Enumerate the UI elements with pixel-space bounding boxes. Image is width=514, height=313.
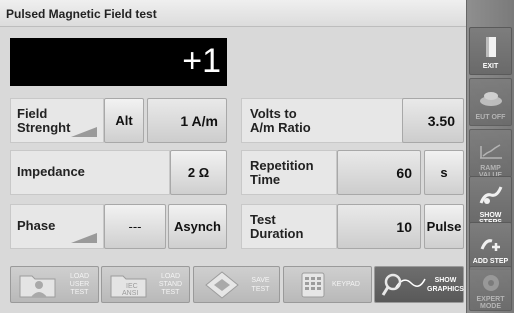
repetition-label-line2: Time <box>250 172 281 187</box>
user-folder-icon <box>19 275 56 297</box>
load-user-test-button[interactable]: LOAD USER TEST <box>10 266 99 303</box>
load-user-test-label: LOAD USER TEST <box>61 273 98 297</box>
window-title: Pulsed Magnetic Field test <box>0 0 466 27</box>
load-user-l1: LOAD <box>69 272 90 280</box>
magnifier-graph-icon <box>381 273 426 296</box>
load-standard-l2: STAND <box>158 280 183 288</box>
expert-mode-icon <box>482 275 499 291</box>
volts-ratio-label-line2: A/m Ratio <box>250 120 311 135</box>
exit-button[interactable]: EXIT <box>469 27 512 75</box>
phase-row: Phase <box>10 204 104 249</box>
expert-mode-label-line2: MODE <box>480 303 501 310</box>
value-display: +1 <box>10 38 227 86</box>
impedance-label: Impedance <box>17 164 85 179</box>
keypad-label: KEYPAD <box>332 281 360 288</box>
show-graphics-button[interactable]: SHOW GRAPHICS <box>374 266 464 303</box>
impedance-row: Impedance <box>10 150 170 195</box>
test-duration-label-line1: Test <box>250 212 276 227</box>
field-strength-indicator-triangle <box>71 127 97 137</box>
field-strength-mode-button[interactable]: Alt <box>104 98 144 143</box>
repetition-value-button[interactable]: 60 <box>337 150 421 195</box>
phase-label: Phase <box>17 218 56 233</box>
test-duration-unit-button[interactable]: Pulse <box>424 204 464 249</box>
add-step-button[interactable]: ADD STEP <box>469 222 512 270</box>
save-l2: TEST <box>251 285 270 293</box>
ramp-value-button[interactable]: RAMP VALUE <box>469 129 512 179</box>
test-duration-row: Test Duration <box>241 204 337 249</box>
power-off-icon <box>479 92 502 106</box>
volts-ratio-row: Volts to A/m Ratio <box>241 98 405 143</box>
keypad-icon <box>301 272 325 297</box>
show-steps-button[interactable]: SHOW STEPS <box>469 176 512 226</box>
test-duration-value-button[interactable]: 10 <box>337 204 421 249</box>
iec-icon-text: IEC <box>126 283 138 290</box>
floppy-disk-icon <box>205 270 239 299</box>
show-graphics-label: SHOW GRAPHICS <box>427 276 464 294</box>
load-standard-test-button[interactable]: IEC ANSI LOAD STAND TEST <box>101 266 190 303</box>
load-standard-l3: TEST <box>161 288 180 296</box>
add-step-label: ADD STEP <box>472 258 509 265</box>
eut-off-button[interactable]: EUT OFF <box>469 78 512 126</box>
save-test-label: SAVE TEST <box>242 276 279 294</box>
keypad-button[interactable]: KEYPAD <box>283 266 372 303</box>
load-user-l2: USER <box>69 280 90 288</box>
test-duration-label-line2: Duration <box>250 226 304 241</box>
save-l1: SAVE <box>251 276 270 284</box>
add-step-icon <box>480 239 500 251</box>
volts-ratio-label: Volts to A/m Ratio <box>250 107 400 135</box>
ramp-chart-icon <box>479 144 502 159</box>
field-strength-value-button[interactable]: 1 A/m <box>147 98 227 143</box>
show-steps-icon <box>479 186 502 204</box>
exit-label: EXIT <box>482 63 499 70</box>
repetition-row: Repetition Time <box>241 150 337 195</box>
repetition-label-line1: Repetition <box>250 158 314 173</box>
expert-mode-button[interactable]: EXPERT MODE <box>469 266 512 311</box>
repetition-unit-button[interactable]: s <box>424 150 464 195</box>
show-graphics-l1: SHOW <box>434 276 457 284</box>
field-strength-row: Field Strenght <box>10 98 104 143</box>
test-duration-label: Test Duration <box>250 213 338 241</box>
volts-ratio-label-line1: Volts to <box>250 106 297 121</box>
standards-folder-icon: IEC ANSI <box>110 275 147 297</box>
ansi-icon-text: ANSI <box>122 290 138 297</box>
impedance-value-button[interactable]: 2 Ω <box>170 150 227 195</box>
save-test-button[interactable]: SAVE TEST <box>193 266 280 303</box>
phase-mode-button[interactable]: Asynch <box>168 204 227 249</box>
volts-ratio-value-button[interactable]: 3.50 <box>402 98 464 143</box>
door-exit-icon <box>485 37 496 57</box>
load-user-l3: TEST <box>70 288 89 296</box>
eut-off-label: EUT OFF <box>475 114 506 121</box>
load-standard-test-label: LOAD STAND TEST <box>152 273 189 297</box>
field-strength-label-line1: Field <box>17 106 48 121</box>
phase-indicator-triangle <box>71 233 97 243</box>
expert-mode-label-line1: EXPERT <box>476 296 505 303</box>
phase-value-button[interactable]: --- <box>104 204 166 249</box>
load-standard-l1: LOAD <box>160 272 181 280</box>
show-graphics-l2: GRAPHICS <box>427 285 464 293</box>
repetition-label: Repetition Time <box>250 159 338 187</box>
